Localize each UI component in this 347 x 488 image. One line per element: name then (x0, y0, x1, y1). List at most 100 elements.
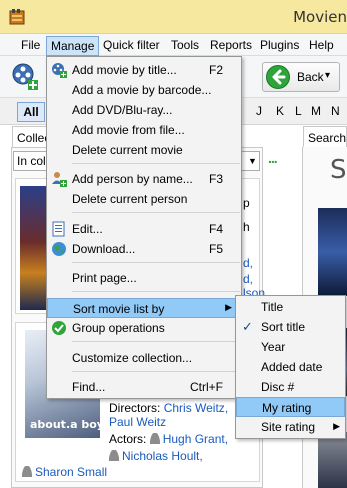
menu-bar: File Manage Quick filter Tools Reports P… (0, 34, 347, 56)
menu-item-add-from-file[interactable]: Add movie from file... (47, 120, 241, 140)
letter-n[interactable]: N (331, 104, 340, 118)
menu-item-delete-person[interactable]: Delete current person (47, 189, 241, 209)
sort-option-my-rating[interactable]: My rating (236, 397, 345, 417)
menu-plugins[interactable]: Plugins (260, 38, 299, 52)
sort-option-label: Year (261, 340, 286, 354)
actor-link[interactable]: Sharon Small (35, 465, 107, 479)
chevron-down-icon[interactable]: ▾ (325, 70, 330, 81)
menu-item-edit[interactable]: Edit... F4 (47, 219, 241, 239)
submenu-arrow-icon: ▶ (333, 421, 340, 431)
poster-title: about.a boy (30, 418, 104, 431)
menu-item-sort-movie-list[interactable]: Sort movie list by ▶ (47, 298, 241, 318)
sort-option-label: Added date (261, 360, 323, 374)
letter-k[interactable]: K (276, 104, 284, 118)
section-letter: S (330, 155, 347, 185)
menu-item-shortcut: F5 (208, 242, 223, 256)
back-label: Back (297, 70, 324, 84)
more-options-icon[interactable]: ... (268, 150, 278, 166)
sort-option-title[interactable]: Title (236, 297, 345, 317)
menu-file[interactable]: File (21, 38, 40, 52)
menu-item-label: Sort movie list by (73, 302, 165, 316)
card-text-fragment: p (243, 196, 250, 210)
app-icon (9, 8, 25, 25)
menu-tools[interactable]: Tools (171, 38, 199, 52)
actors-row-cont: Nicholas Hoult, (109, 449, 203, 463)
letter-l[interactable]: L (295, 104, 302, 118)
directors-row-cont: Paul Weitz (109, 415, 166, 429)
card-text-fragment: h (243, 220, 250, 234)
menu-item-label: Delete current movie (72, 143, 183, 157)
menu-item-label: Edit... (72, 222, 103, 236)
sort-option-label: Sort title (261, 320, 306, 334)
chevron-down-icon[interactable]: ▼ (245, 151, 260, 171)
actors-row: Actors: Hugh Grant, (109, 432, 228, 446)
sort-option-site-rating[interactable]: Site rating ▶ (236, 417, 345, 437)
menu-item-label: Add person by name... (72, 172, 193, 186)
menu-item-customize-collection[interactable]: Customize collection... (47, 348, 241, 368)
director-link[interactable]: Chris Weitz (164, 401, 225, 415)
back-button[interactable]: Back ▾ (262, 62, 340, 92)
add-movie-tool-icon[interactable] (10, 60, 40, 92)
letter-j[interactable]: J (256, 104, 262, 118)
manage-menu: Add movie by title... F2 Add a movie by … (46, 56, 242, 399)
edit-icon (51, 221, 67, 237)
card-text-fragment[interactable]: d, (243, 256, 253, 270)
actors-label: Actors: (109, 432, 147, 446)
person-icon (149, 433, 160, 444)
menu-item-find[interactable]: Find... Ctrl+F (47, 377, 241, 397)
menu-item-label: Add movie by title... (72, 63, 177, 77)
actor-link[interactable]: Nicholas Hoult, (122, 449, 203, 463)
menu-quick-filter[interactable]: Quick filter (103, 38, 160, 52)
menu-item-label: Customize collection... (72, 351, 193, 365)
tab-search[interactable]: Search (303, 126, 347, 148)
movie-thumbnail[interactable] (318, 208, 347, 296)
menu-item-label: Group operations (72, 321, 165, 335)
menu-item-delete-movie[interactable]: Delete current movie (47, 140, 241, 160)
menu-item-shortcut: F2 (208, 63, 223, 77)
menu-item-add-movie-by-title[interactable]: Add movie by title... F2 (47, 60, 241, 80)
sort-option-year[interactable]: Year (236, 337, 345, 357)
sort-option-label: Title (261, 300, 284, 314)
menu-item-add-by-barcode[interactable]: Add a movie by barcode... (47, 80, 241, 100)
card-text-fragment[interactable]: d, (243, 272, 253, 286)
add-person-icon (51, 171, 67, 187)
menu-item-group-operations[interactable]: Group operations (47, 318, 241, 338)
menu-separator (72, 163, 240, 164)
menu-item-add-person[interactable]: Add person by name... F3 (47, 169, 241, 189)
menu-item-print-page[interactable]: Print page... (47, 268, 241, 288)
submenu-arrow-icon: ▶ (225, 302, 232, 312)
globe-icon (51, 241, 67, 257)
menu-item-add-dvd[interactable]: Add DVD/Blu-ray... (47, 100, 241, 120)
menu-separator (72, 341, 240, 342)
actors-row-cont: Sharon Small (22, 465, 107, 479)
window-title: Movien (293, 8, 347, 26)
director-link[interactable]: Paul Weitz (109, 415, 166, 429)
menu-manage[interactable]: Manage (46, 36, 100, 56)
directors-row: Directors: Chris Weitz, (109, 401, 228, 415)
menu-separator (72, 212, 240, 213)
menu-item-label: Print page... (72, 271, 137, 285)
person-icon (109, 450, 119, 461)
menu-item-download[interactable]: Download... F5 (47, 239, 241, 259)
menu-item-label: Delete current person (72, 192, 188, 206)
menu-item-shortcut: F4 (208, 222, 223, 236)
sort-option-sort-title[interactable]: ✓ Sort title (236, 317, 345, 337)
menu-separator (72, 291, 240, 292)
menu-help[interactable]: Help (309, 38, 334, 52)
sort-option-disc[interactable]: Disc # (236, 377, 345, 397)
menu-item-label: Download... (72, 242, 136, 256)
person-icon (22, 466, 32, 477)
movie-thumbnail[interactable] (318, 432, 347, 488)
letter-all-button[interactable]: All (17, 102, 45, 122)
menu-reports[interactable]: Reports (210, 38, 252, 52)
menu-item-shortcut: F3 (208, 172, 223, 186)
menu-item-label: Find... (72, 380, 106, 394)
actor-link[interactable]: Hugh Grant, (163, 432, 228, 446)
menu-item-label: Add a movie by barcode... (72, 83, 212, 97)
directors-label: Directors: (109, 401, 161, 415)
checkmark-icon: ✓ (242, 319, 253, 334)
sort-option-added-date[interactable]: Added date (236, 357, 345, 377)
sort-option-label: Site rating (261, 420, 316, 434)
letter-m[interactable]: M (311, 104, 321, 118)
back-arrow-icon (266, 65, 290, 89)
